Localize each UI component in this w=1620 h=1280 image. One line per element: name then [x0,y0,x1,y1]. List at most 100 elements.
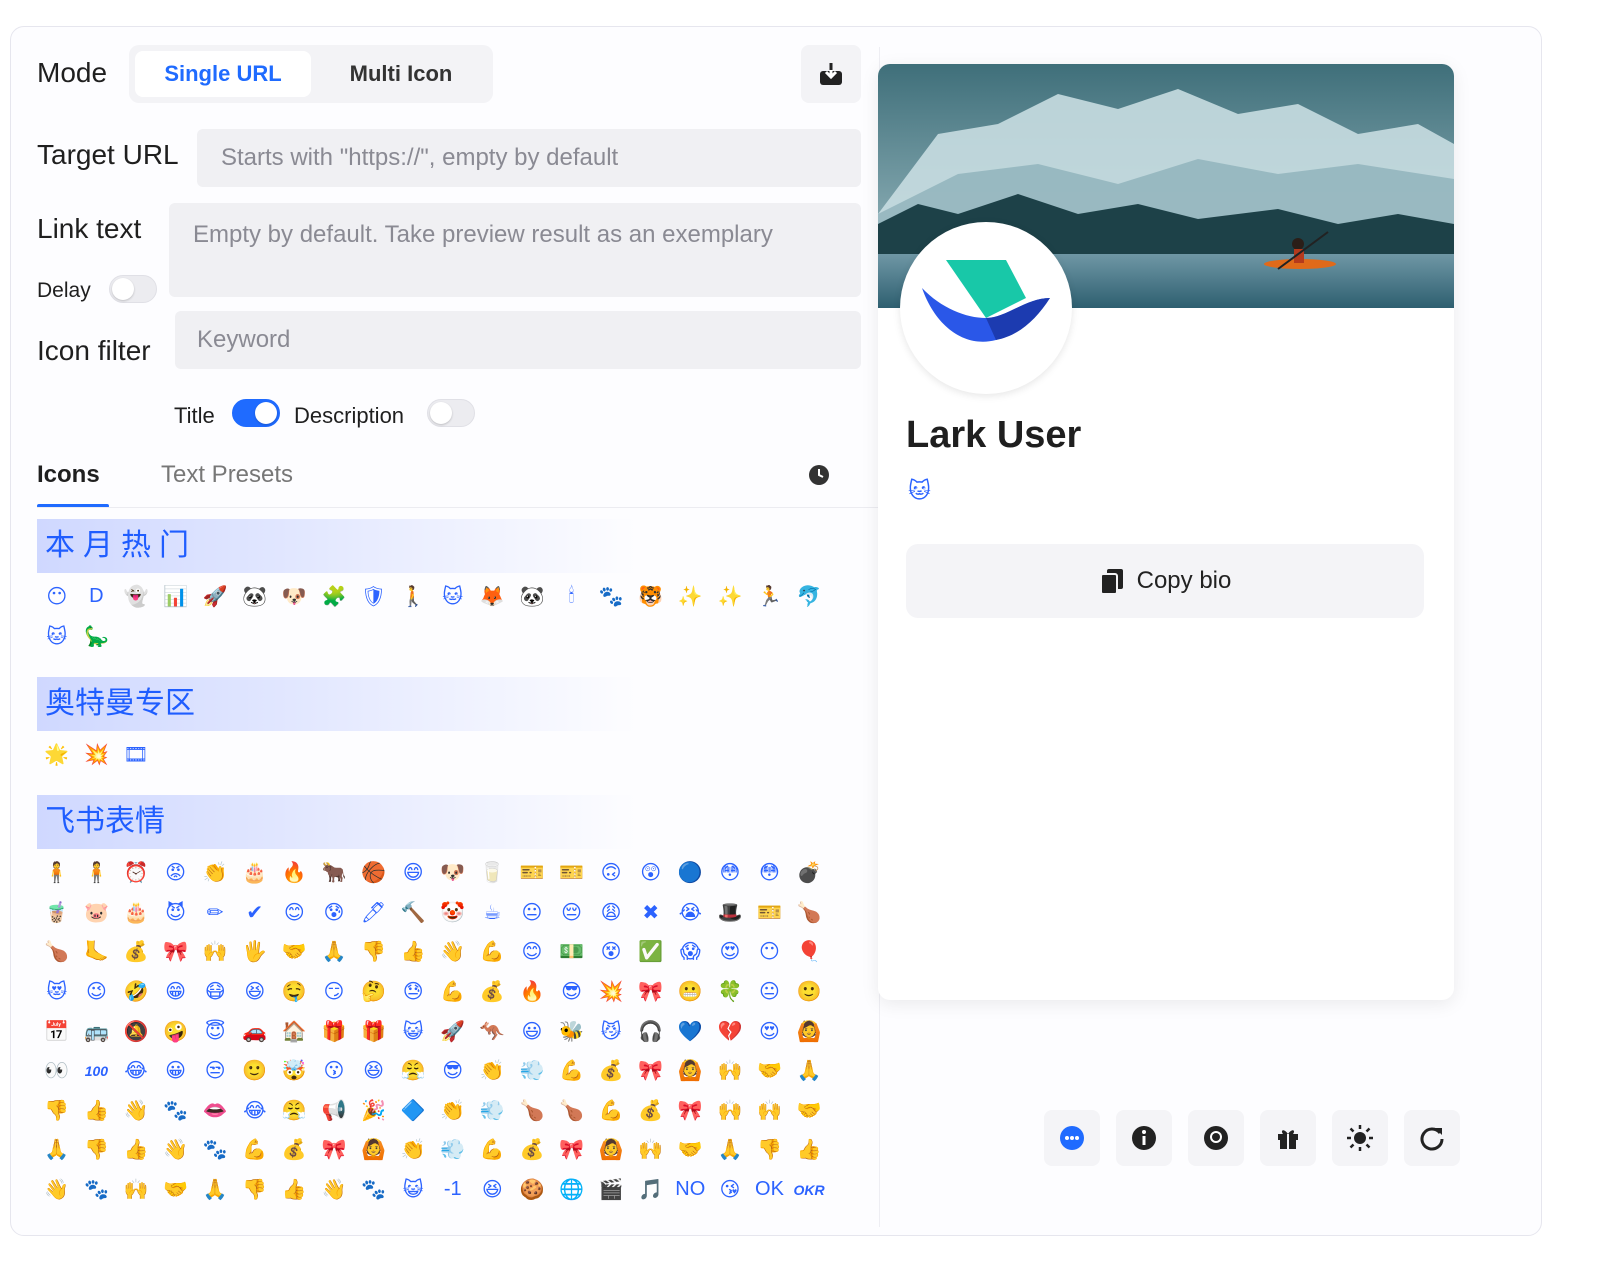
emoji-icon[interactable]: 💵 [552,932,592,972]
emoji-icon[interactable]: 🐱 [37,617,77,657]
emoji-icon[interactable]: 📢 [314,1091,354,1131]
emoji-icon[interactable]: 😎 [433,1051,473,1091]
tab-text-presets[interactable]: Text Presets [161,461,293,489]
emoji-icon[interactable]: 😃 [512,1011,552,1051]
emoji-icon[interactable]: 🐾 [195,1130,235,1170]
emoji-icon[interactable]: 🎞 [116,735,156,775]
emoji-icon[interactable]: 👏 [433,1091,473,1131]
emoji-icon[interactable]: 😳 [710,853,750,893]
emoji-icon[interactable]: 😆 [473,1170,513,1210]
emoji-icon[interactable]: 😎 [552,972,592,1012]
emoji-icon[interactable]: 🎂 [235,853,275,893]
emoji-icon[interactable]: 😀 [156,1051,196,1091]
emoji-icon[interactable]: 🎁 [354,1011,394,1051]
emoji-icon[interactable]: 💔 [710,1011,750,1051]
tab-icons[interactable]: Icons [37,461,100,489]
emoji-icon[interactable]: 💙 [671,1011,711,1051]
emoji-icon[interactable]: 🤔 [354,972,394,1012]
emoji-icon[interactable]: 🎀 [552,1130,592,1170]
emoji-icon[interactable]: 🐾 [77,1170,117,1210]
emoji-icon[interactable]: 😄 [393,853,433,893]
gift-button[interactable] [1260,1110,1316,1166]
emoji-icon[interactable]: 👋 [37,1170,77,1210]
emoji-icon[interactable]: 💪 [433,972,473,1012]
emoji-icon[interactable]: 💣 [789,853,829,893]
emoji-icon[interactable]: 😍 [710,932,750,972]
emoji-icon[interactable]: 😤 [393,1051,433,1091]
emoji-icon[interactable]: 🎀 [314,1130,354,1170]
emoji-icon[interactable]: 🌐 [552,1170,592,1210]
emoji-icon[interactable]: 👍 [77,1091,117,1131]
emoji-icon[interactable]: 🐾 [156,1091,196,1131]
github-button[interactable] [1188,1110,1244,1166]
emoji-icon[interactable]: 💪 [591,1091,631,1131]
emoji-icon[interactable]: 🤝 [789,1091,829,1131]
emoji-icon[interactable]: 👋 [314,1170,354,1210]
emoji-icon[interactable]: OK [750,1170,790,1210]
emoji-icon[interactable]: 🙆 [591,1130,631,1170]
emoji-icon[interactable]: 🦘 [473,1011,513,1051]
emoji-icon[interactable]: 🖊 [354,893,394,933]
emoji-icon[interactable]: 😘 [710,1170,750,1210]
emoji-icon[interactable]: 👍 [116,1130,156,1170]
emoji-icon[interactable]: 🐾 [354,1170,394,1210]
emoji-icon[interactable]: 👋 [116,1091,156,1131]
emoji-icon[interactable]: 🙏 [195,1170,235,1210]
emoji-icon[interactable]: 👏 [393,1130,433,1170]
emoji-icon[interactable]: 🐼 [235,577,275,617]
emoji-icon[interactable]: D [77,577,117,617]
emoji-icon[interactable]: 🍀 [710,972,750,1012]
emoji-icon[interactable]: 😊 [512,932,552,972]
emoji-icon[interactable]: 🍗 [552,1091,592,1131]
emoji-icon[interactable]: 🐶 [275,577,315,617]
emoji-icon[interactable]: 💰 [473,972,513,1012]
emoji-icon[interactable]: 🤯 [275,1051,315,1091]
emoji-icon[interactable]: 🎫 [750,893,790,933]
emoji-icon[interactable]: 👋 [433,932,473,972]
emoji-icon[interactable]: 🎩 [710,893,750,933]
emoji-icon[interactable]: 🤪 [156,1011,196,1051]
mode-single-url-button[interactable]: Single URL [135,51,311,97]
emoji-icon[interactable]: ✨ [671,577,711,617]
emoji-icon[interactable]: 🐾 [591,577,631,617]
emoji-icon[interactable]: ✨ [710,577,750,617]
emoji-icon[interactable]: 💰 [591,1051,631,1091]
emoji-icon[interactable]: 🍗 [37,932,77,972]
emoji-icon[interactable]: 👀 [37,1051,77,1091]
emoji-icon[interactable]: 👻 [116,577,156,617]
emoji-icon[interactable]: 🏠 [275,1011,315,1051]
emoji-icon[interactable]: 🤝 [156,1170,196,1210]
emoji-icon[interactable]: 🧍 [37,853,77,893]
emoji-icon[interactable]: 🖐 [235,932,275,972]
refresh-button[interactable] [1404,1110,1460,1166]
emoji-icon[interactable]: -1 [433,1170,473,1210]
emoji-icon[interactable]: 💰 [631,1091,671,1131]
emoji-icon[interactable]: 🦶 [77,932,117,972]
emoji-icon[interactable]: 🦊 [473,577,513,617]
emoji-icon[interactable]: 🔷 [393,1091,433,1131]
emoji-icon[interactable]: 🧩 [314,577,354,617]
emoji-icon[interactable]: 🚀 [433,1011,473,1051]
emoji-icon[interactable]: 📅 [37,1011,77,1051]
emoji-icon[interactable]: 😻 [37,972,77,1012]
emoji-icon[interactable]: ✖ [631,893,671,933]
emoji-icon[interactable]: 💥 [591,972,631,1012]
emoji-icon[interactable]: 😱 [671,932,711,972]
emoji-icon[interactable]: 😶 [37,577,77,617]
emoji-icon[interactable]: 🙆 [671,1051,711,1091]
emoji-icon[interactable]: 🙆 [354,1130,394,1170]
emoji-icon[interactable]: 100 [77,1051,117,1091]
emoji-icon[interactable]: 😐 [512,893,552,933]
emoji-icon[interactable]: 🎈 [789,932,829,972]
emoji-icon[interactable]: 💪 [473,932,513,972]
emoji-icon[interactable]: 🎵 [631,1170,671,1210]
emoji-icon[interactable]: 💰 [512,1130,552,1170]
emoji-icon[interactable]: 🤝 [750,1051,790,1091]
emoji-icon[interactable]: 🎬 [591,1170,631,1210]
emoji-icon[interactable]: 😓 [393,972,433,1012]
emoji-icon[interactable]: 😺 [393,1011,433,1051]
icon-filter-input[interactable] [197,311,839,369]
emoji-icon[interactable]: 🍪 [512,1170,552,1210]
link-text-input[interactable] [193,217,837,283]
emoji-icon[interactable]: 👎 [235,1170,275,1210]
